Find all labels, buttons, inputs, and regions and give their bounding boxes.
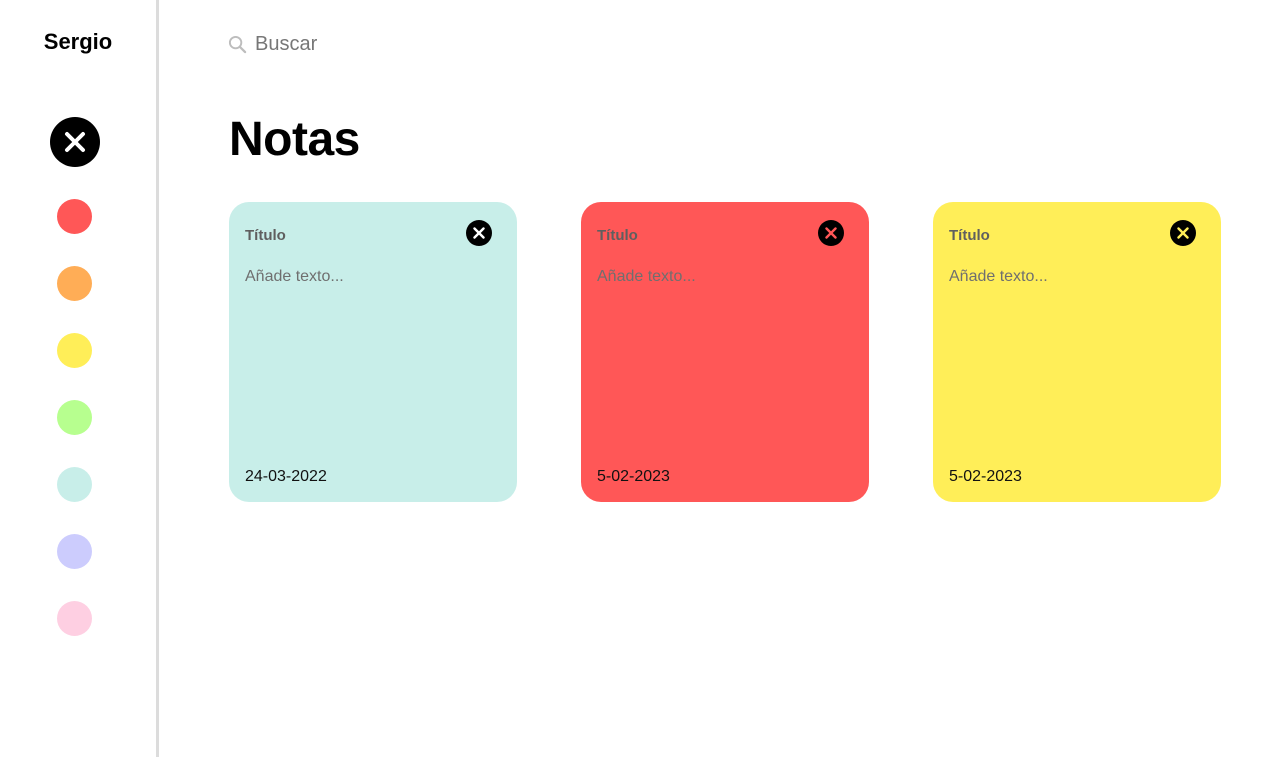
close-icon [65, 132, 85, 152]
search-bar [228, 30, 555, 58]
search-input[interactable] [255, 32, 555, 56]
note-card[interactable]: Título Añade texto... 24-03-2022 [229, 202, 517, 502]
note-delete-button[interactable] [466, 220, 492, 246]
note-date: 5-02-2023 [597, 468, 670, 485]
note-date: 24-03-2022 [245, 468, 327, 485]
color-swatch-green[interactable] [57, 400, 92, 435]
color-swatch-yellow[interactable] [57, 333, 92, 368]
note-date: 5-02-2023 [949, 468, 1022, 485]
note-card[interactable]: Título Añade texto... 5-02-2023 [581, 202, 869, 502]
close-icon [473, 227, 485, 239]
page-title: Notas [229, 113, 360, 166]
close-icon [825, 227, 837, 239]
close-icon [1177, 227, 1189, 239]
note-delete-button[interactable] [1170, 220, 1196, 246]
sidebar: Sergio [0, 0, 159, 757]
color-swatch-red[interactable] [57, 199, 92, 234]
color-palette [57, 199, 92, 668]
note-card[interactable]: Título Añade texto... 5-02-2023 [933, 202, 1221, 502]
note-text-input[interactable]: Añade texto... [597, 268, 696, 286]
close-button[interactable] [50, 117, 100, 167]
color-swatch-pink[interactable] [57, 601, 92, 636]
note-title[interactable]: Título [949, 227, 990, 244]
note-delete-button[interactable] [818, 220, 844, 246]
note-text-input[interactable]: Añade texto... [949, 268, 1048, 286]
note-title[interactable]: Título [597, 227, 638, 244]
color-swatch-mint[interactable] [57, 467, 92, 502]
user-name: Sergio [43, 29, 113, 54]
note-title[interactable]: Título [245, 227, 286, 244]
search-icon [228, 35, 247, 53]
color-swatch-orange[interactable] [57, 266, 92, 301]
app: Sergio Notas Título [0, 0, 1261, 757]
note-text-input[interactable]: Añade texto... [245, 268, 344, 286]
color-swatch-lavender[interactable] [57, 534, 92, 569]
